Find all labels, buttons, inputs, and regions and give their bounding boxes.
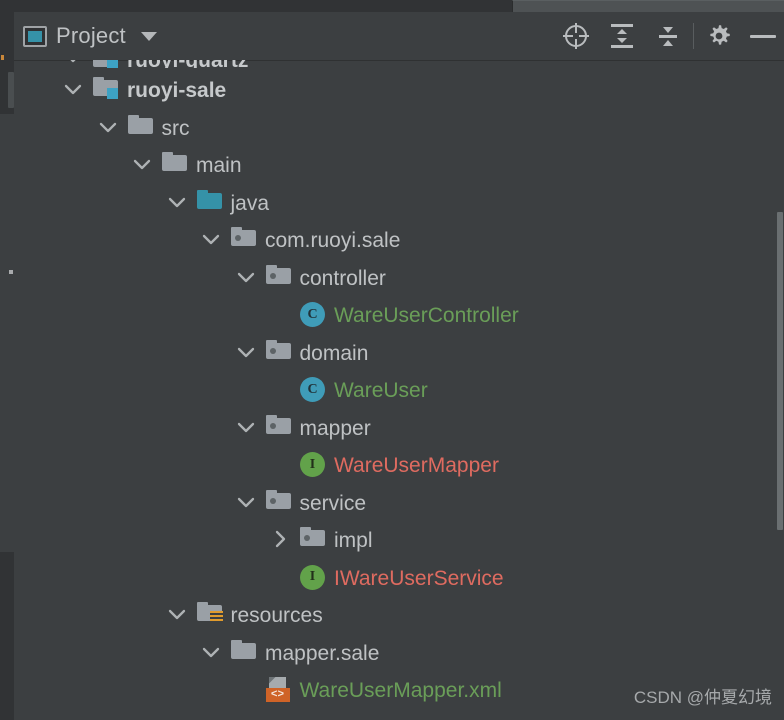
package-icon — [265, 339, 292, 362]
toolbar-separator — [693, 23, 694, 49]
module-folder-icon — [93, 77, 119, 99]
chevron-down-icon[interactable] — [235, 416, 257, 438]
tree-node-label: java — [230, 191, 270, 215]
tree-node-wareusermapper[interactable]: I WareUserMapper — [14, 445, 784, 483]
tree-node-label: WareUserController — [334, 304, 519, 327]
page-title: Project — [56, 23, 126, 48]
tree-node-service[interactable]: service — [14, 483, 784, 521]
tree-node-label: resources — [230, 604, 323, 627]
tool-window-toolbar — [553, 12, 784, 60]
tree-node-label: WareUserMapper.xml — [299, 679, 502, 702]
tool-window-header: Project — [14, 12, 784, 61]
tree-node-ruoyi-quartz[interactable]: ruoyi-quartz — [14, 60, 784, 68]
package-icon — [265, 489, 292, 512]
folder-icon — [231, 639, 257, 662]
tree-node-label: src — [161, 116, 190, 140]
tool-window-title-group[interactable]: Project — [23, 12, 157, 60]
module-folder-icon — [93, 60, 119, 68]
chevron-down-icon[interactable] — [235, 491, 257, 513]
chevron-down-icon[interactable] — [62, 60, 84, 68]
tree-node-mapper[interactable]: mapper — [14, 408, 784, 446]
tree-node-label: WareUser — [334, 379, 428, 402]
tree-node-controller[interactable]: controller — [14, 258, 784, 296]
tree-node-java[interactable]: java — [14, 183, 784, 221]
project-tree[interactable]: ruoyi-quartz ruoyi-sale srcmain java com.ruo… — [14, 60, 784, 720]
tree-node-resources[interactable]: resources — [14, 595, 784, 633]
chevron-down-icon[interactable] — [200, 641, 222, 663]
chevron-down-icon[interactable] — [140, 31, 157, 41]
java-interface-icon: I — [300, 452, 326, 477]
select-opened-file-button[interactable] — [553, 12, 599, 60]
tree-node-mapper-sale[interactable]: mapper.sale — [14, 633, 784, 671]
expand-all-icon — [611, 24, 633, 48]
gear-icon — [710, 25, 730, 45]
tree-node-label: main — [196, 154, 242, 177]
package-icon — [231, 227, 257, 249]
settings-button[interactable] — [696, 12, 742, 60]
collapse-all-icon — [659, 27, 677, 46]
chevron-down-icon[interactable] — [166, 191, 188, 213]
editor-tab-strip — [0, 0, 784, 13]
tree-node-label: ruoyi-quartz — [127, 60, 248, 68]
tree-node-wareuser[interactable]: C WareUser — [14, 370, 784, 408]
java-class-icon: C — [300, 377, 326, 402]
rail-segment-bottom — [0, 552, 14, 720]
tree-node-label: service — [299, 491, 367, 515]
tree-node-label: WareUserMapper — [334, 454, 499, 477]
chevron-down-icon[interactable] — [97, 116, 119, 138]
chevron-down-icon[interactable] — [166, 603, 188, 625]
chevron-down-icon[interactable] — [235, 266, 257, 288]
tree-node-label: ruoyi-sale — [127, 79, 227, 102]
tree-node-label: impl — [334, 529, 373, 552]
resource-root-folder-icon — [196, 602, 223, 624]
left-tool-rail — [0, 12, 14, 720]
tree-node-label: IWareUserService — [334, 566, 504, 590]
tree-node-label: mapper.sale — [265, 641, 380, 665]
tree-node-label: com.ruoyi.sale — [265, 229, 401, 252]
package-icon — [300, 527, 326, 549]
minimize-dash-icon — [750, 34, 776, 38]
watermark: CSDN @仲夏幻境 — [633, 688, 772, 707]
project-window-icon — [23, 25, 47, 47]
chevron-down-icon[interactable] — [200, 228, 222, 250]
xml-file-icon: <> — [265, 677, 292, 702]
crosshair-target-icon — [563, 23, 589, 49]
chevron-down-icon[interactable] — [235, 341, 257, 363]
tree-node-ruoyi-sale[interactable]: ruoyi-sale — [14, 70, 784, 108]
tree-node-main[interactable]: main — [14, 145, 784, 183]
tree-node-wareusercontroller[interactable]: C WareUserController — [14, 295, 784, 333]
chevron-right-icon[interactable] — [269, 528, 291, 550]
tree-node-src[interactable]: src — [14, 108, 784, 146]
rail-dot — [9, 270, 13, 274]
tree-node-domain[interactable]: domain — [14, 333, 784, 371]
chevron-down-icon[interactable] — [131, 153, 153, 175]
vertical-scrollbar[interactable] — [777, 212, 783, 530]
collapse-all-button[interactable] — [645, 12, 691, 60]
java-class-icon: C — [300, 302, 326, 327]
chevron-down-icon[interactable] — [62, 78, 84, 100]
tree-node-label: domain — [299, 341, 369, 365]
hide-button[interactable] — [742, 12, 784, 60]
tree-node-label: controller — [299, 266, 386, 290]
expand-all-button[interactable] — [599, 12, 645, 60]
tree-node-label: mapper — [299, 416, 371, 440]
tree-node-iwareuserservice[interactable]: I IWareUserService — [14, 558, 784, 596]
project-tool-window: Project ruoyi-sale src main java com.ruo… — [0, 0, 784, 720]
package-icon — [265, 264, 292, 287]
java-interface-icon: I — [300, 564, 326, 590]
tree-node-com-ruoyi-sale[interactable]: com.ruoyi.sale — [14, 220, 784, 258]
package-icon — [265, 414, 292, 437]
source-root-folder-icon — [196, 189, 223, 212]
tree-node-impl[interactable]: impl — [14, 520, 784, 558]
rail-marker — [1, 55, 4, 60]
folder-icon — [162, 152, 188, 174]
folder-icon — [127, 114, 154, 137]
